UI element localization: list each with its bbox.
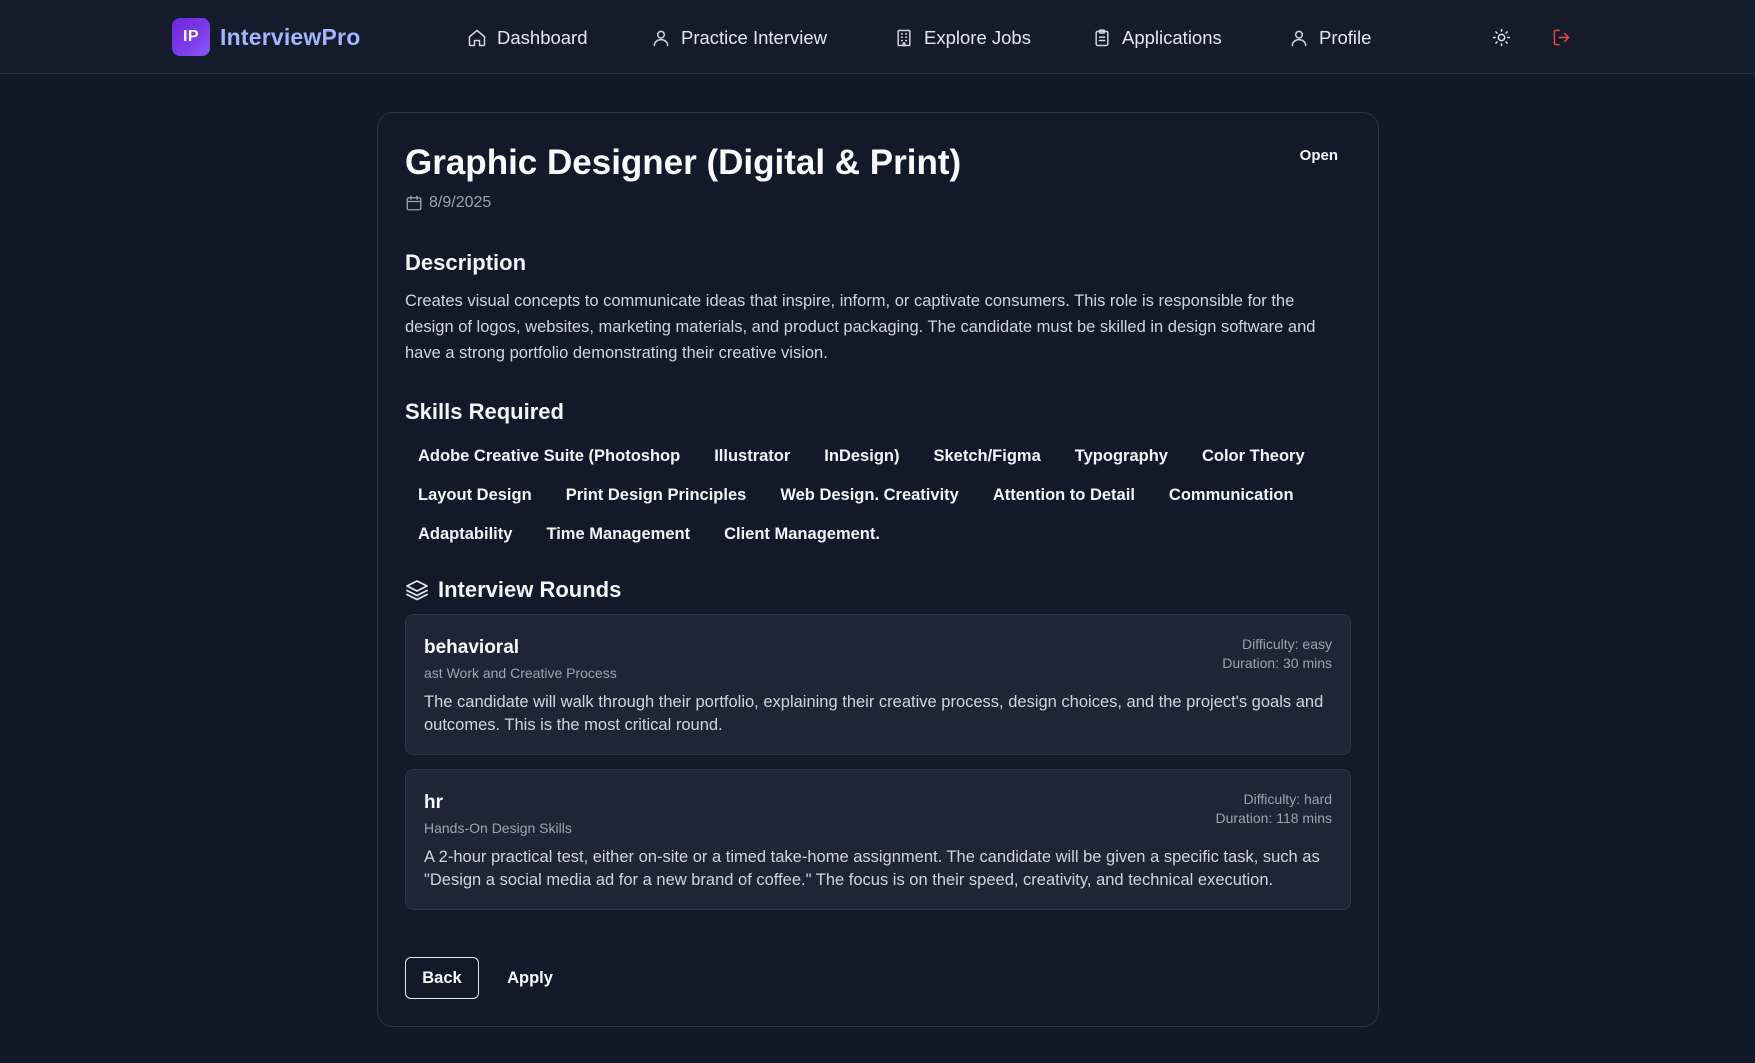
round-type: hr: [424, 792, 443, 813]
round-duration: Duration: 30 mins: [1222, 655, 1332, 671]
clipboard-icon: [1095, 29, 1109, 47]
skills-heading: Skills Required: [405, 399, 564, 424]
nav-item-label: Practice Interview: [681, 27, 827, 48]
brand[interactable]: IP InterviewPro: [172, 18, 360, 56]
skill-chip: InDesign): [824, 447, 900, 465]
top-navbar: IP InterviewPro Dashboard Practice Inter…: [0, 0, 1755, 74]
round-subtitle: Hands-On Design Skills: [424, 820, 572, 836]
job-description: Creates visual concepts to communicate i…: [405, 292, 1316, 362]
theme-toggle-button[interactable]: [1488, 24, 1514, 50]
job-detail-card: Graphic Designer (Digital & Print) Open …: [377, 112, 1379, 1027]
interview-round-card: behavioral ast Work and Creative Process…: [405, 614, 1351, 755]
skill-chip: Web Design. Creativity: [780, 486, 959, 504]
skill-chip: Communication: [1168, 486, 1294, 504]
user-icon: [653, 30, 669, 47]
skill-chip: Print Design Principles: [565, 486, 747, 504]
round-subtitle: ast Work and Creative Process: [424, 665, 617, 681]
skill-chip: Layout Design: [418, 486, 532, 504]
apply-button[interactable]: Apply: [493, 957, 567, 999]
nav-item-applications[interactable]: Applications: [1092, 22, 1222, 54]
round-meta: Difficulty: hard Duration: 118 mins: [1216, 790, 1332, 828]
status-badge: Open: [1299, 147, 1338, 164]
nav-item-label: Profile: [1319, 27, 1372, 48]
logout-icon: [1553, 29, 1569, 45]
nav-item-label: Applications: [1122, 27, 1222, 48]
interview-rounds-heading: Interview Rounds: [405, 575, 621, 605]
nav-item-dashboard[interactable]: Dashboard: [467, 22, 588, 54]
posted-date: 8/9/2025: [405, 191, 491, 215]
round-meta: Difficulty: easy Duration: 30 mins: [1222, 635, 1332, 673]
skill-chip: Adaptability: [418, 525, 513, 543]
skill-chip: Time Management: [546, 525, 691, 543]
calendar-icon: [406, 195, 422, 211]
skill-chip: Attention to Detail: [992, 486, 1135, 504]
skill-chip: Color Theory: [1201, 447, 1305, 465]
skill-chip: Typography: [1074, 447, 1168, 465]
interview-round-card: hr Hands-On Design Skills Difficulty: ha…: [405, 769, 1351, 910]
posted-date-text: 8/9/2025: [429, 194, 492, 211]
brand-name: InterviewPro: [220, 23, 361, 50]
brand-logo: IP: [172, 18, 210, 56]
interview-rounds-title: Interview Rounds: [438, 577, 622, 602]
nav-item-explore-jobs[interactable]: Explore Jobs: [894, 22, 1031, 54]
job-title: Graphic Designer (Digital & Print): [405, 143, 962, 182]
nav-item-practice-interview[interactable]: Practice Interview: [651, 22, 827, 54]
user-icon: [1291, 30, 1307, 47]
round-duration: Duration: 118 mins: [1215, 810, 1332, 826]
skills-list: Adobe Creative Suite (Photoshop Illustra…: [405, 437, 1355, 554]
nav-item-profile[interactable]: Profile: [1289, 22, 1371, 54]
round-difficulty: Difficulty: easy: [1242, 636, 1332, 652]
building-icon: [897, 29, 911, 47]
round-difficulty: Difficulty: hard: [1243, 791, 1332, 807]
home-icon: [468, 29, 486, 47]
back-button[interactable]: Back: [405, 957, 479, 999]
round-description: A 2-hour practical test, either on-site …: [424, 848, 1320, 889]
round-type: behavioral: [424, 637, 520, 658]
skill-chip: Client Management.: [724, 525, 880, 543]
skill-chip: Illustrator: [714, 447, 791, 465]
round-description: The candidate will walk through their po…: [424, 693, 1324, 734]
nav-item-label: Explore Jobs: [924, 27, 1031, 48]
logout-button[interactable]: [1548, 24, 1574, 50]
skill-chip: Sketch/Figma: [933, 447, 1041, 465]
skill-chip: Adobe Creative Suite (Photoshop: [418, 447, 681, 465]
nav-item-label: Dashboard: [497, 27, 588, 48]
description-heading: Description: [405, 250, 527, 275]
layers-icon: [406, 580, 428, 601]
sun-icon: [1492, 28, 1510, 46]
